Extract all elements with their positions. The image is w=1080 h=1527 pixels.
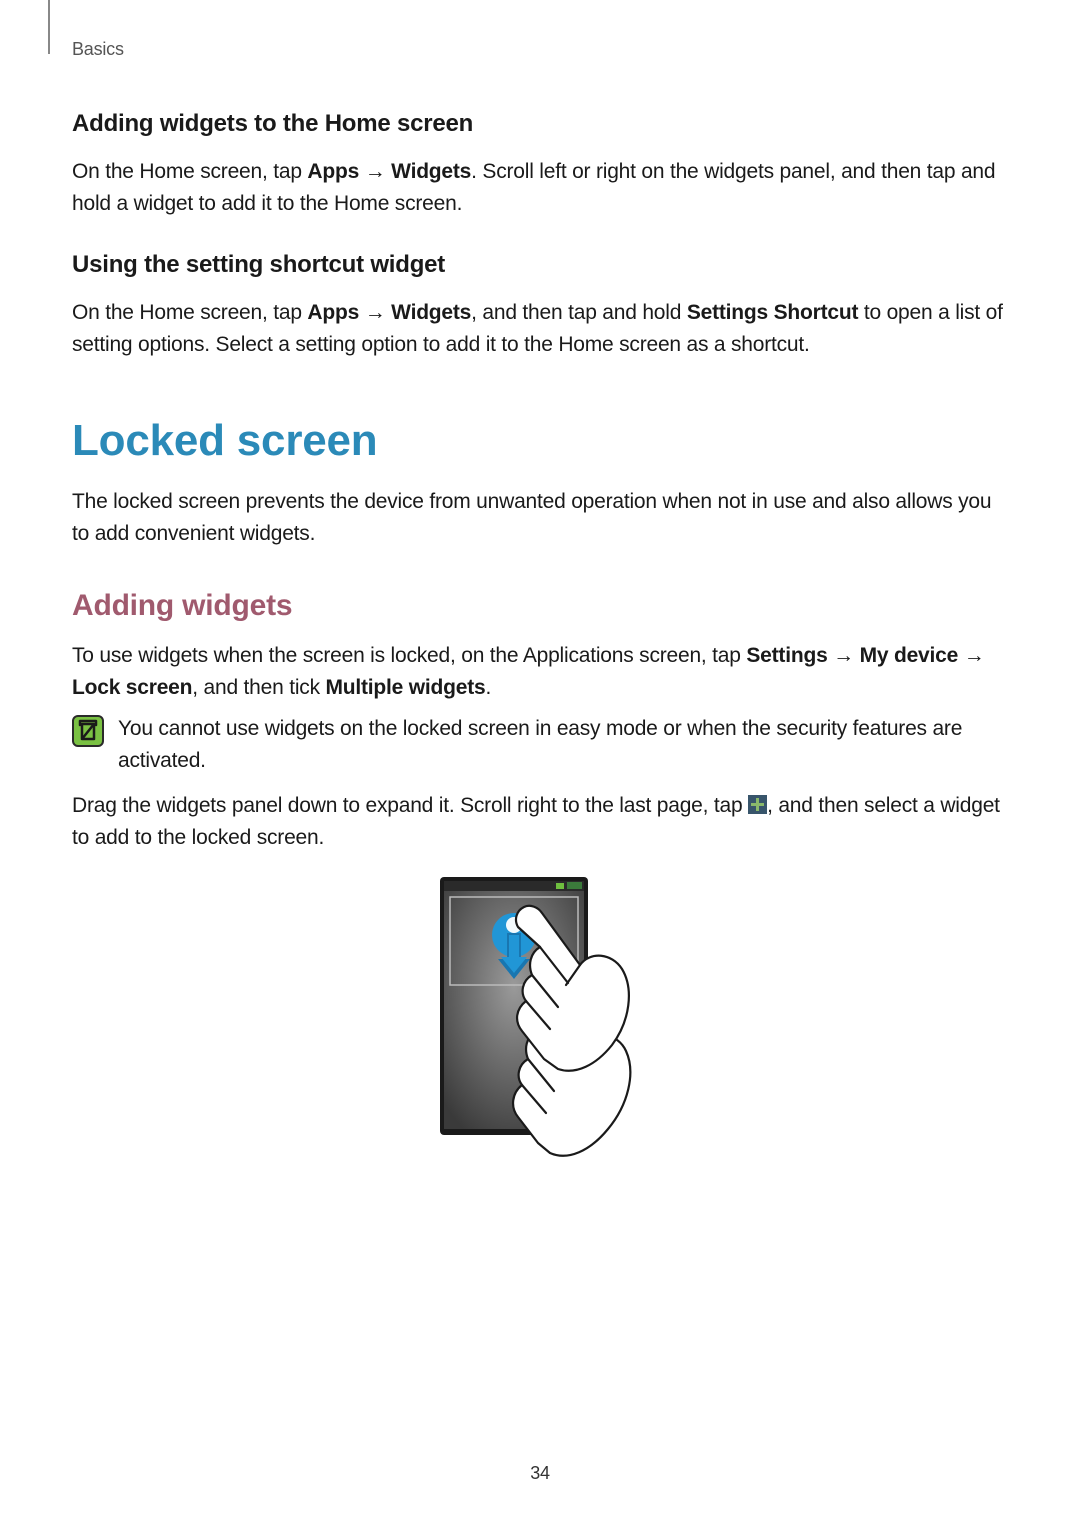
note-icon bbox=[72, 715, 104, 747]
bold-widgets: Widgets bbox=[391, 301, 471, 324]
note-text: You cannot use widgets on the locked scr… bbox=[118, 713, 1008, 776]
text: On the Home screen, tap bbox=[72, 160, 307, 183]
bold-my-device: My device bbox=[860, 644, 959, 667]
heading-locked-screen: Locked screen bbox=[72, 408, 1008, 474]
text: On the Home screen, tap bbox=[72, 301, 307, 324]
text: Drag the widgets panel down to expand it… bbox=[72, 794, 748, 817]
para-locked-screen: The locked screen prevents the device fr… bbox=[72, 486, 1008, 549]
plus-icon bbox=[748, 795, 767, 814]
header-divider bbox=[48, 0, 50, 54]
bold-apps: Apps bbox=[307, 301, 359, 324]
text: . bbox=[485, 676, 491, 699]
breadcrumb: Basics bbox=[72, 36, 124, 63]
bold-multiple-widgets: Multiple widgets bbox=[326, 676, 486, 699]
bold-lock-screen: Lock screen bbox=[72, 676, 192, 699]
para-setting-shortcut: On the Home screen, tap Apps → Widgets, … bbox=[72, 297, 1008, 360]
text: To use widgets when the screen is locked… bbox=[72, 644, 746, 667]
bold-widgets: Widgets bbox=[391, 160, 471, 183]
para-drag-widgets: Drag the widgets panel down to expand it… bbox=[72, 790, 1008, 853]
text: → bbox=[359, 160, 391, 183]
heading-adding-widgets: Adding widgets bbox=[72, 583, 1008, 628]
text: → bbox=[359, 301, 391, 324]
page-number: 34 bbox=[0, 1460, 1080, 1487]
bold-apps: Apps bbox=[307, 160, 359, 183]
heading-adding-widgets-home: Adding widgets to the Home screen bbox=[72, 106, 1008, 142]
heading-setting-shortcut: Using the setting shortcut widget bbox=[72, 247, 1008, 283]
text: → bbox=[958, 644, 984, 667]
gesture-illustration bbox=[72, 873, 1008, 1173]
note-block: You cannot use widgets on the locked scr… bbox=[72, 713, 1008, 776]
bold-settings: Settings bbox=[746, 644, 827, 667]
text: → bbox=[828, 644, 860, 667]
bold-settings-shortcut: Settings Shortcut bbox=[687, 301, 858, 324]
para-adding-widgets-home: On the Home screen, tap Apps → Widgets. … bbox=[72, 156, 1008, 219]
text: , and then tick bbox=[192, 676, 325, 699]
para-adding-widgets: To use widgets when the screen is locked… bbox=[72, 640, 1008, 703]
text: , and then tap and hold bbox=[471, 301, 687, 324]
